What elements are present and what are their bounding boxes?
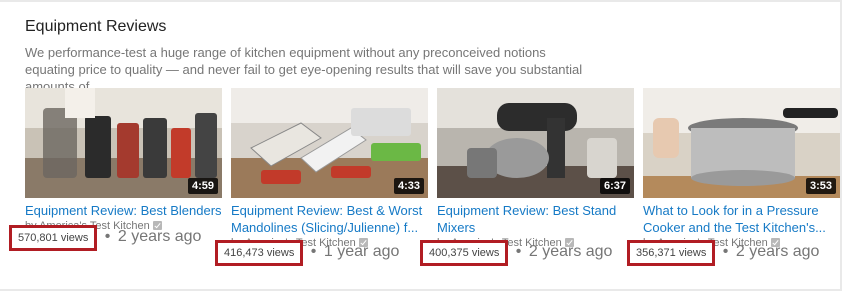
- views-row: 416,473 views • 1 year ago: [215, 240, 399, 266]
- separator-dot: •: [104, 228, 111, 245]
- video-title-link[interactable]: Equipment Review: Best Stand Mixers: [437, 202, 634, 236]
- views-row: 356,371 views • 2 years ago: [627, 240, 819, 266]
- video-thumbnail[interactable]: 4:33: [231, 88, 428, 198]
- video-duration: 6:37: [599, 178, 630, 194]
- video-title-link[interactable]: What to Look for in a Pressure Cooker an…: [643, 202, 840, 236]
- upload-age: 2 years ago: [117, 228, 202, 245]
- views-row: 570,801 views • 2 years ago: [9, 225, 201, 251]
- section-title[interactable]: Equipment Reviews: [25, 18, 166, 36]
- separator-dot: •: [515, 243, 522, 260]
- view-count-highlight: 400,375 views: [420, 240, 509, 266]
- views-row: 400,375 views • 2 years ago: [420, 240, 612, 266]
- view-count-highlight: 416,473 views: [215, 240, 304, 266]
- video-title-link[interactable]: Equipment Review: Best Blenders: [25, 202, 222, 219]
- upload-age: 1 year ago: [323, 243, 400, 260]
- separator-dot: •: [722, 243, 729, 260]
- upload-age: 2 years ago: [735, 243, 820, 260]
- top-divider: [0, 0, 842, 2]
- view-count-highlight: 570,801 views: [9, 225, 98, 251]
- video-card[interactable]: 4:59 Equipment Review: Best Blenders by …: [25, 88, 222, 233]
- view-count-highlight: 356,371 views: [627, 240, 716, 266]
- video-title-link[interactable]: Equipment Review: Best & Worst Mandoline…: [231, 202, 428, 236]
- video-card[interactable]: 3:53 What to Look for in a Pressure Cook…: [643, 88, 840, 250]
- video-thumbnail[interactable]: 6:37: [437, 88, 634, 198]
- video-duration: 4:59: [187, 178, 218, 194]
- video-duration: 4:33: [393, 178, 424, 194]
- separator-dot: •: [310, 243, 317, 260]
- video-card[interactable]: 6:37 Equipment Review: Best Stand Mixers…: [437, 88, 634, 250]
- video-card[interactable]: 4:33 Equipment Review: Best & Worst Mand…: [231, 88, 428, 250]
- video-thumbnail[interactable]: 3:53: [643, 88, 840, 198]
- upload-age: 2 years ago: [528, 243, 613, 260]
- video-duration: 3:53: [805, 178, 836, 194]
- video-thumbnail[interactable]: 4:59: [25, 88, 222, 198]
